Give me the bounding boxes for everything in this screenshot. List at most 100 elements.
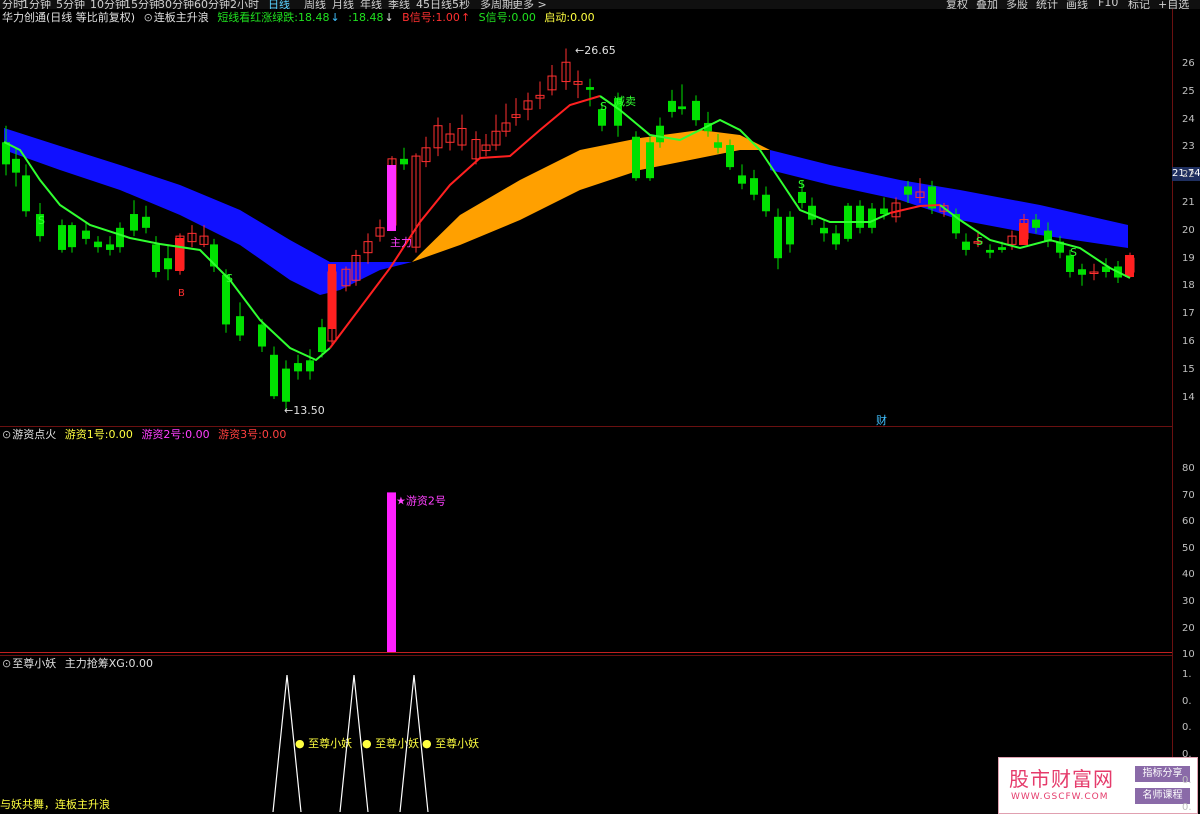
indicator-name[interactable]: 连板主升浪 xyxy=(154,11,209,24)
panel2-baseline xyxy=(0,652,1172,653)
candle-special xyxy=(387,165,396,231)
price-tick-label: 17 xyxy=(1182,308,1195,320)
panel2-tick-label: 70 xyxy=(1182,489,1195,501)
candle-special xyxy=(1125,255,1134,277)
s-signal-value: 0.00 xyxy=(511,11,536,24)
b-signal-mark: B xyxy=(178,288,185,299)
stock-name[interactable]: 华力创通 xyxy=(2,11,46,24)
panel2-tick-label: 20 xyxy=(1182,622,1195,634)
candle-down xyxy=(2,142,10,165)
xiaoyao-label: ● 至尊小妖 xyxy=(362,736,419,750)
price-tick-label: 25 xyxy=(1182,85,1195,97)
candle-down xyxy=(820,227,828,234)
candle-down xyxy=(94,241,102,248)
price-tick-label: 14 xyxy=(1182,391,1195,403)
youzi1-value: 0.00 xyxy=(108,428,133,441)
candle-down xyxy=(270,354,278,397)
price-tick-label: 22 xyxy=(1182,169,1195,181)
candle-down xyxy=(692,100,700,121)
candle-down xyxy=(586,87,594,90)
main-indicator-header: 华力创通(日线 等比前复权) ⊙连板主升浪 短线看红涨绿跌:18.48↓ :18… xyxy=(2,10,600,26)
candle-down xyxy=(164,258,172,270)
candle-down xyxy=(726,145,734,168)
candle-down xyxy=(1032,219,1040,228)
candle-down xyxy=(962,241,970,250)
panel3-tick-label: 0. xyxy=(1182,775,1192,786)
youzi3-label: 游资3号: xyxy=(218,428,262,441)
candle-down xyxy=(868,208,876,228)
candle-down xyxy=(832,233,840,245)
short-line-label: 短线看红涨绿跌: xyxy=(217,11,299,24)
candle-down xyxy=(306,360,314,372)
youzi2-bar-label: ★游资2号 xyxy=(396,494,446,507)
youzi2-bar xyxy=(387,492,396,652)
panel3-name[interactable]: 至尊小妖 xyxy=(12,657,56,670)
candle-down xyxy=(668,100,676,112)
short-line-value-2: :18.48 xyxy=(348,11,384,24)
panel2-header: ⊙游资点火 游资1号:0.00 游资2号:0.00 游资3号:0.00 xyxy=(2,427,291,443)
start-value: 0.00 xyxy=(570,11,595,24)
s-signal-mark: S xyxy=(38,214,45,227)
price-tick-label: 23 xyxy=(1182,141,1195,153)
annotation-jianmai: 减卖 xyxy=(614,95,636,108)
xiaoyao-label: ● 至尊小妖 xyxy=(295,736,352,750)
candle-down xyxy=(142,216,150,228)
s-signal-label: S信号: xyxy=(478,11,512,24)
expand-icon[interactable]: ⊙ xyxy=(144,11,153,24)
s-signal-mark: S xyxy=(976,235,983,248)
candle-down xyxy=(152,244,160,272)
price-tick-label: 15 xyxy=(1182,363,1195,375)
expand-icon[interactable]: ⊙ xyxy=(2,428,11,441)
candle-down xyxy=(12,158,20,173)
candle-down xyxy=(646,142,654,179)
candle-down xyxy=(1078,269,1086,275)
candle-down xyxy=(236,316,244,336)
s-signal-mark: S xyxy=(798,178,805,191)
candle-down xyxy=(762,194,770,212)
expand-icon[interactable]: ⊙ xyxy=(2,657,11,670)
candle-down xyxy=(632,136,640,179)
y-axis-area xyxy=(1172,9,1200,812)
chart-mode: (日线 等比前复权) xyxy=(46,11,136,24)
panel2-tick-label: 30 xyxy=(1182,596,1195,607)
b-signal-label: B信号: xyxy=(402,11,436,24)
candle-down xyxy=(282,368,290,402)
low-price-label: ←13.50 xyxy=(284,404,325,417)
site-logo[interactable]: 股市财富网 WWW.GSCFW.COM 指标分享 名师课程 xyxy=(998,757,1198,814)
price-tick-label: 18 xyxy=(1182,280,1195,292)
panel2-name[interactable]: 游资点火 xyxy=(12,428,56,441)
annotation-cai: 财 xyxy=(876,413,887,427)
logo-url: WWW.GSCFW.COM xyxy=(1011,792,1109,802)
candle-down xyxy=(880,208,888,215)
candle-down xyxy=(714,142,722,148)
panel2-tick-label: 10 xyxy=(1182,649,1195,661)
candle-down xyxy=(116,227,124,248)
footer-slogan: 与妖共舞，连板主升浪 xyxy=(0,798,110,811)
price-chart: ←26.65←13.50主力减卖财SSSSSSB★游资2号● 至尊小妖 ● 至尊小… xyxy=(2,44,1135,812)
candle-down xyxy=(738,175,746,184)
youzi3-value: 0.00 xyxy=(261,428,287,441)
candle-down xyxy=(998,247,1006,250)
down-arrow-icon: ↓ xyxy=(330,11,340,24)
xg-label: 主力抢筹XG: xyxy=(64,657,129,670)
candle-down xyxy=(904,186,912,195)
short-line-value: 18.48 xyxy=(298,11,330,24)
panel3-tick-label: 0. xyxy=(1182,695,1192,707)
panel3-tick-label: 1. xyxy=(1182,669,1192,680)
candle-down xyxy=(318,327,326,353)
panel3-tick-label: 0. xyxy=(1182,748,1192,760)
candle-down xyxy=(856,205,864,228)
panel3-tick-label: 0. xyxy=(1182,722,1192,733)
candle-down xyxy=(656,125,664,143)
candle-down xyxy=(400,158,408,165)
candle-down xyxy=(774,216,782,259)
candle-down xyxy=(258,324,266,347)
panel2-tick-label: 80 xyxy=(1182,463,1195,474)
high-price-label: ←26.65 xyxy=(575,44,616,57)
s-signal-mark: S xyxy=(600,100,607,113)
xg-value: 0.00 xyxy=(128,657,153,670)
candle-down xyxy=(294,363,302,372)
candle-special xyxy=(1019,223,1028,245)
candle-down xyxy=(678,106,686,110)
ma-band-blue xyxy=(4,128,412,295)
